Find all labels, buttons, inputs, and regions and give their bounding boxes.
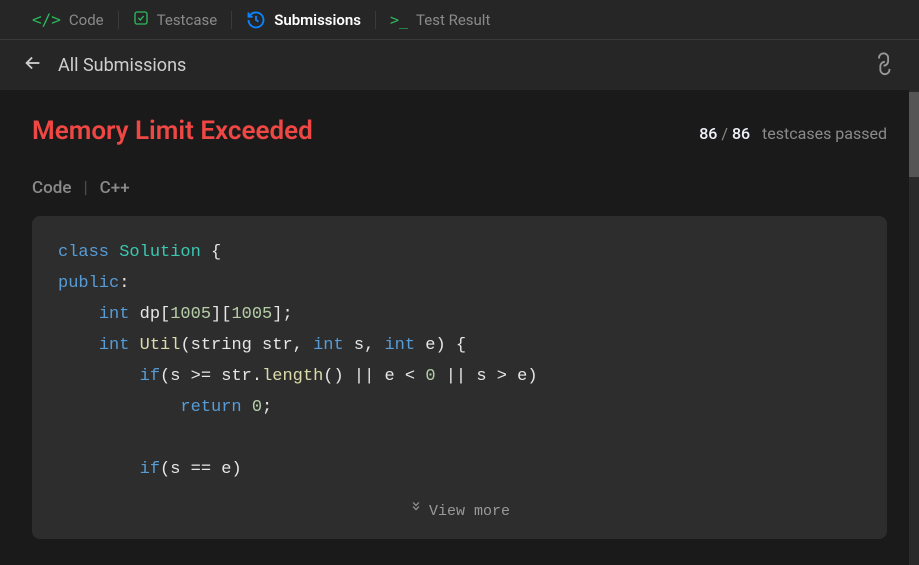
passed-count: 86 <box>699 124 717 143</box>
code-label: Code <box>32 178 71 198</box>
testcase-suffix <box>754 124 762 143</box>
code-line: public: <box>58 269 861 300</box>
content-area: Memory Limit Exceeded 86 / 86 testcases … <box>0 90 919 565</box>
tab-label: Test Result <box>416 11 490 29</box>
tab-testresult[interactable]: >_ Test Result <box>376 0 504 39</box>
testcase-suffix-text: testcases passed <box>762 124 887 143</box>
code-header: Code | C++ <box>32 178 887 198</box>
code-line: return 0; <box>58 393 861 424</box>
divider: | <box>83 178 87 198</box>
verdict-title: Memory Limit Exceeded <box>32 116 313 146</box>
tab-label: Code <box>69 11 104 29</box>
top-tabs: </> Code Testcase Submissions >_ Test Re… <box>0 0 919 40</box>
terminal-icon: >_ <box>390 11 408 29</box>
code-line: if(s == e) <box>58 455 861 486</box>
check-icon <box>133 10 149 30</box>
slash: / <box>721 124 732 143</box>
scrollbar-thumb[interactable] <box>909 92 919 177</box>
tab-submissions[interactable]: Submissions <box>232 0 375 39</box>
back-button[interactable]: All Submissions <box>22 52 186 79</box>
sub-header: All Submissions <box>0 40 919 90</box>
language-label: C++ <box>100 178 130 198</box>
tab-label: Submissions <box>274 11 361 29</box>
status-row: Memory Limit Exceeded 86 / 86 testcases … <box>32 116 887 146</box>
tab-testcase[interactable]: Testcase <box>119 0 232 39</box>
chevron-down-icon <box>409 498 423 523</box>
code-line <box>58 424 861 455</box>
code-line: int dp[1005][1005]; <box>58 300 861 331</box>
testcase-info: 86 / 86 testcases passed <box>699 124 887 143</box>
code-line: int Util(string str, int s, int e) { <box>58 331 861 362</box>
link-icon[interactable] <box>869 48 904 83</box>
code-line: class Solution { <box>58 238 861 269</box>
view-more-button[interactable]: View more <box>58 486 861 529</box>
code-block: class Solution { public: int dp[1005][10… <box>32 216 887 539</box>
history-icon <box>246 10 266 30</box>
code-line: if(s >= str.length() || e < 0 || s > e) <box>58 362 861 393</box>
tab-label: Testcase <box>157 11 218 29</box>
view-more-label: View more <box>429 498 510 525</box>
code-icon: </> <box>32 10 61 29</box>
total-count: 86 <box>732 124 750 143</box>
arrow-left-icon <box>22 52 44 79</box>
back-label: All Submissions <box>58 55 186 76</box>
tab-code[interactable]: </> Code <box>18 0 118 39</box>
